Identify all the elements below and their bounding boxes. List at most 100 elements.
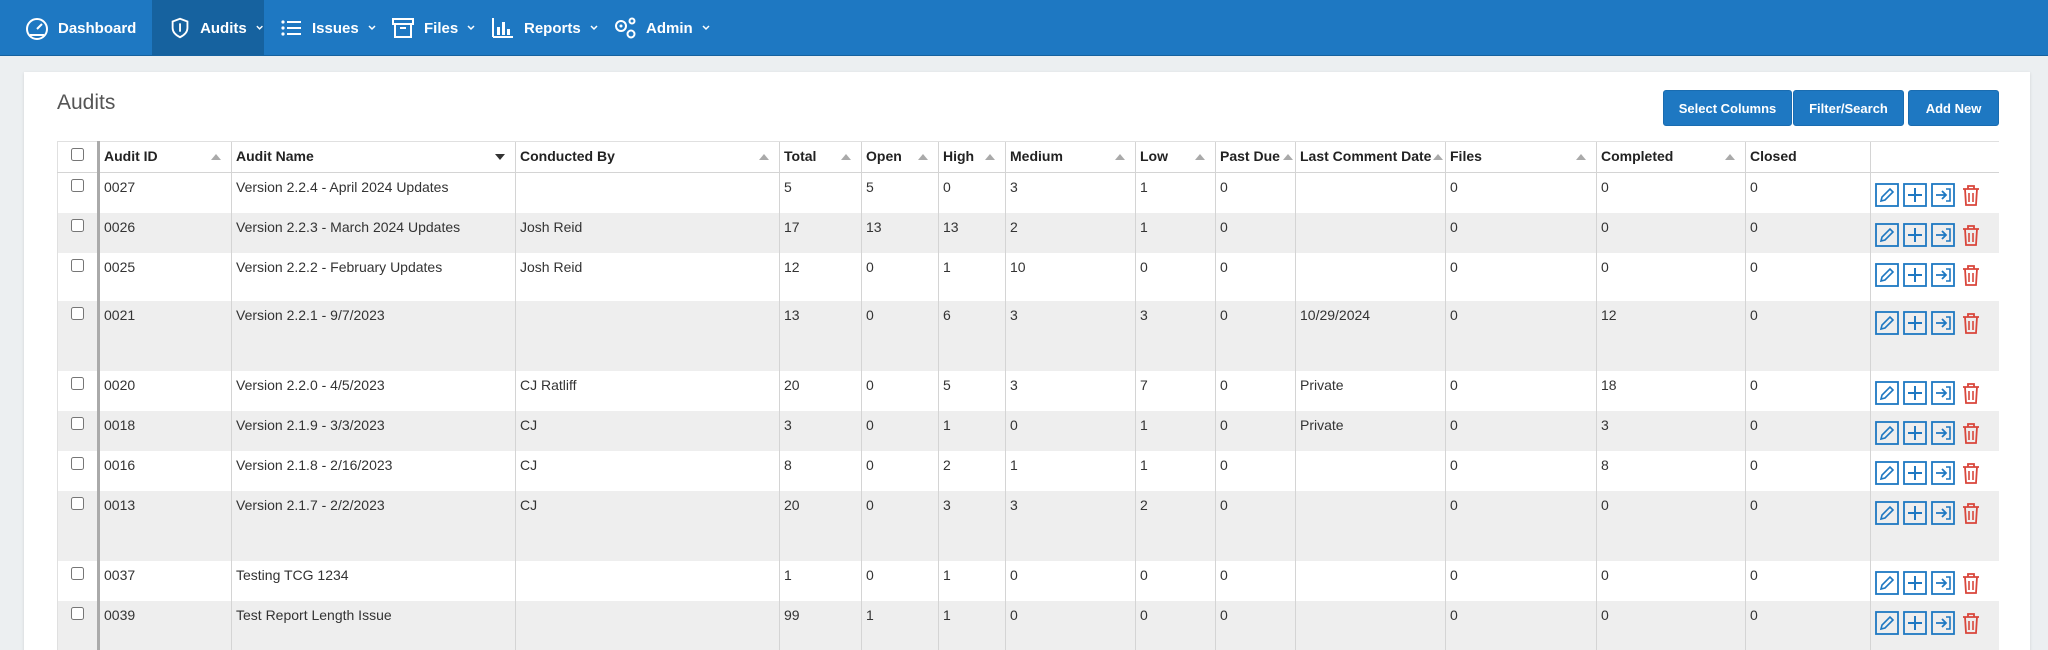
edit-icon[interactable] (1875, 311, 1899, 335)
edit-icon[interactable] (1875, 461, 1899, 485)
edit-icon[interactable] (1875, 571, 1899, 595)
cell-open: 1 (861, 601, 939, 650)
delete-icon[interactable] (1959, 461, 1983, 485)
select-all-cell (57, 141, 99, 173)
delete-icon[interactable] (1959, 183, 1983, 207)
edit-icon[interactable] (1875, 501, 1899, 525)
cell-conducted-by: CJ (515, 491, 780, 561)
nav-admin[interactable]: Admin (612, 0, 711, 56)
row-select-cell (57, 451, 99, 491)
select-all-checkbox[interactable] (71, 148, 84, 161)
delete-icon[interactable] (1959, 381, 1983, 405)
edit-icon[interactable] (1875, 421, 1899, 445)
cell-open: 0 (861, 491, 939, 561)
col-closed[interactable]: Closed (1745, 141, 1871, 173)
row-checkbox[interactable] (71, 457, 84, 470)
add-icon[interactable] (1903, 571, 1927, 595)
nav-reports[interactable]: Reports (490, 0, 599, 56)
col-files[interactable]: Files (1445, 141, 1597, 173)
cell-last-comment-date (1295, 253, 1446, 301)
export-icon[interactable] (1931, 223, 1955, 247)
cell-low: 7 (1135, 371, 1216, 411)
add-icon[interactable] (1903, 223, 1927, 247)
col-audit-name[interactable]: Audit Name (231, 141, 516, 173)
nav-files[interactable]: Files (390, 0, 476, 56)
select-columns-button[interactable]: Select Columns (1663, 90, 1792, 126)
nav-dashboard[interactable]: Dashboard (24, 0, 136, 56)
export-icon[interactable] (1931, 263, 1955, 287)
delete-icon[interactable] (1959, 223, 1983, 247)
edit-icon[interactable] (1875, 381, 1899, 405)
table-row[interactable]: 0016 Version 2.1.8 - 2/16/2023 CJ 8 0 2 1 1 0 0 8 0 (57, 451, 1999, 491)
cell-audit-name: Version 2.1.8 - 2/16/2023 (231, 451, 516, 491)
add-icon[interactable] (1903, 183, 1927, 207)
delete-icon[interactable] (1959, 263, 1983, 287)
table-row[interactable]: 0039 Test Report Length Issue 99 1 1 0 0 0 0 0 0 (57, 601, 1999, 650)
col-audit-id[interactable]: Audit ID (97, 141, 232, 173)
export-icon[interactable] (1931, 571, 1955, 595)
cell-past-due: 0 (1215, 371, 1296, 411)
table-row[interactable]: 0027 Version 2.2.4 - April 2024 Updates 5 5… (57, 172, 1999, 213)
delete-icon[interactable] (1959, 311, 1983, 335)
nav-audits[interactable]: Audits (152, 0, 264, 56)
row-checkbox[interactable] (71, 497, 84, 510)
table-row[interactable]: 0037 Testing TCG 1234 1 0 1 0 0 0 0 0 0 (57, 561, 1999, 601)
export-icon[interactable] (1931, 183, 1955, 207)
table-row[interactable]: 0018 Version 2.1.9 - 3/3/2023 CJ 3 0 1 0 1 0 Priv… (57, 411, 1999, 451)
edit-icon[interactable] (1875, 611, 1899, 635)
cell-audit-name: Version 2.2.4 - April 2024 Updates (231, 172, 516, 213)
row-checkbox[interactable] (71, 607, 84, 620)
col-low[interactable]: Low (1135, 141, 1216, 173)
delete-icon[interactable] (1959, 501, 1983, 525)
col-label: Last Comment Date (1300, 148, 1432, 164)
export-icon[interactable] (1931, 461, 1955, 485)
row-checkbox[interactable] (71, 259, 84, 272)
add-icon[interactable] (1903, 461, 1927, 485)
add-new-button[interactable]: Add New (1908, 90, 1999, 126)
delete-icon[interactable] (1959, 571, 1983, 595)
edit-icon[interactable] (1875, 263, 1899, 287)
export-icon[interactable] (1931, 501, 1955, 525)
add-icon[interactable] (1903, 263, 1927, 287)
row-checkbox[interactable] (71, 417, 84, 430)
row-checkbox[interactable] (71, 219, 84, 232)
table-row[interactable]: 0020 Version 2.2.0 - 4/5/2023 CJ Ratliff 20… (57, 371, 1999, 411)
export-icon[interactable] (1931, 611, 1955, 635)
row-checkbox[interactable] (71, 307, 84, 320)
col-conducted-by[interactable]: Conducted By (515, 141, 780, 173)
filter-search-button[interactable]: Filter/Search (1793, 90, 1904, 126)
col-past-due[interactable]: Past Due (1215, 141, 1296, 173)
row-checkbox[interactable] (71, 179, 84, 192)
add-icon[interactable] (1903, 311, 1927, 335)
col-open[interactable]: Open (861, 141, 939, 173)
chevron-down-icon (702, 25, 710, 31)
add-icon[interactable] (1903, 381, 1927, 405)
col-medium[interactable]: Medium (1005, 141, 1136, 173)
table-row[interactable]: 0025 Version 2.2.2 - February Updates Josh… (57, 253, 1999, 301)
export-icon[interactable] (1931, 381, 1955, 405)
table-row[interactable]: 0021 Version 2.2.1 - 9/7/2023 13 0 6 3 3 0 10/29… (57, 301, 1999, 371)
cell-low: 2 (1135, 491, 1216, 561)
table-row[interactable]: 0013 Version 2.1.7 - 2/2/2023 CJ 20 0 3 3 2 0 0 0 0 (57, 491, 1999, 561)
row-checkbox[interactable] (71, 567, 84, 580)
add-icon[interactable] (1903, 611, 1927, 635)
export-icon[interactable] (1931, 421, 1955, 445)
add-icon[interactable] (1903, 501, 1927, 525)
export-icon[interactable] (1931, 311, 1955, 335)
delete-icon[interactable] (1959, 611, 1983, 635)
cell-past-due: 0 (1215, 561, 1296, 601)
delete-icon[interactable] (1959, 421, 1983, 445)
col-completed[interactable]: Completed (1596, 141, 1746, 173)
col-last-comment-date[interactable]: Last Comment Date (1295, 141, 1446, 173)
nav-issues[interactable]: Issues (278, 0, 377, 56)
add-icon[interactable] (1903, 421, 1927, 445)
edit-icon[interactable] (1875, 223, 1899, 247)
cell-total: 8 (779, 451, 862, 491)
table-row[interactable]: 0026 Version 2.2.3 - March 2024 Updates Jo… (57, 213, 1999, 253)
cell-low: 0 (1135, 253, 1216, 301)
col-high[interactable]: High (938, 141, 1006, 173)
row-checkbox[interactable] (71, 377, 84, 390)
col-total[interactable]: Total (779, 141, 862, 173)
edit-icon[interactable] (1875, 183, 1899, 207)
audits-table: Audit ID Audit Name Conducted By Total O… (57, 141, 1999, 650)
